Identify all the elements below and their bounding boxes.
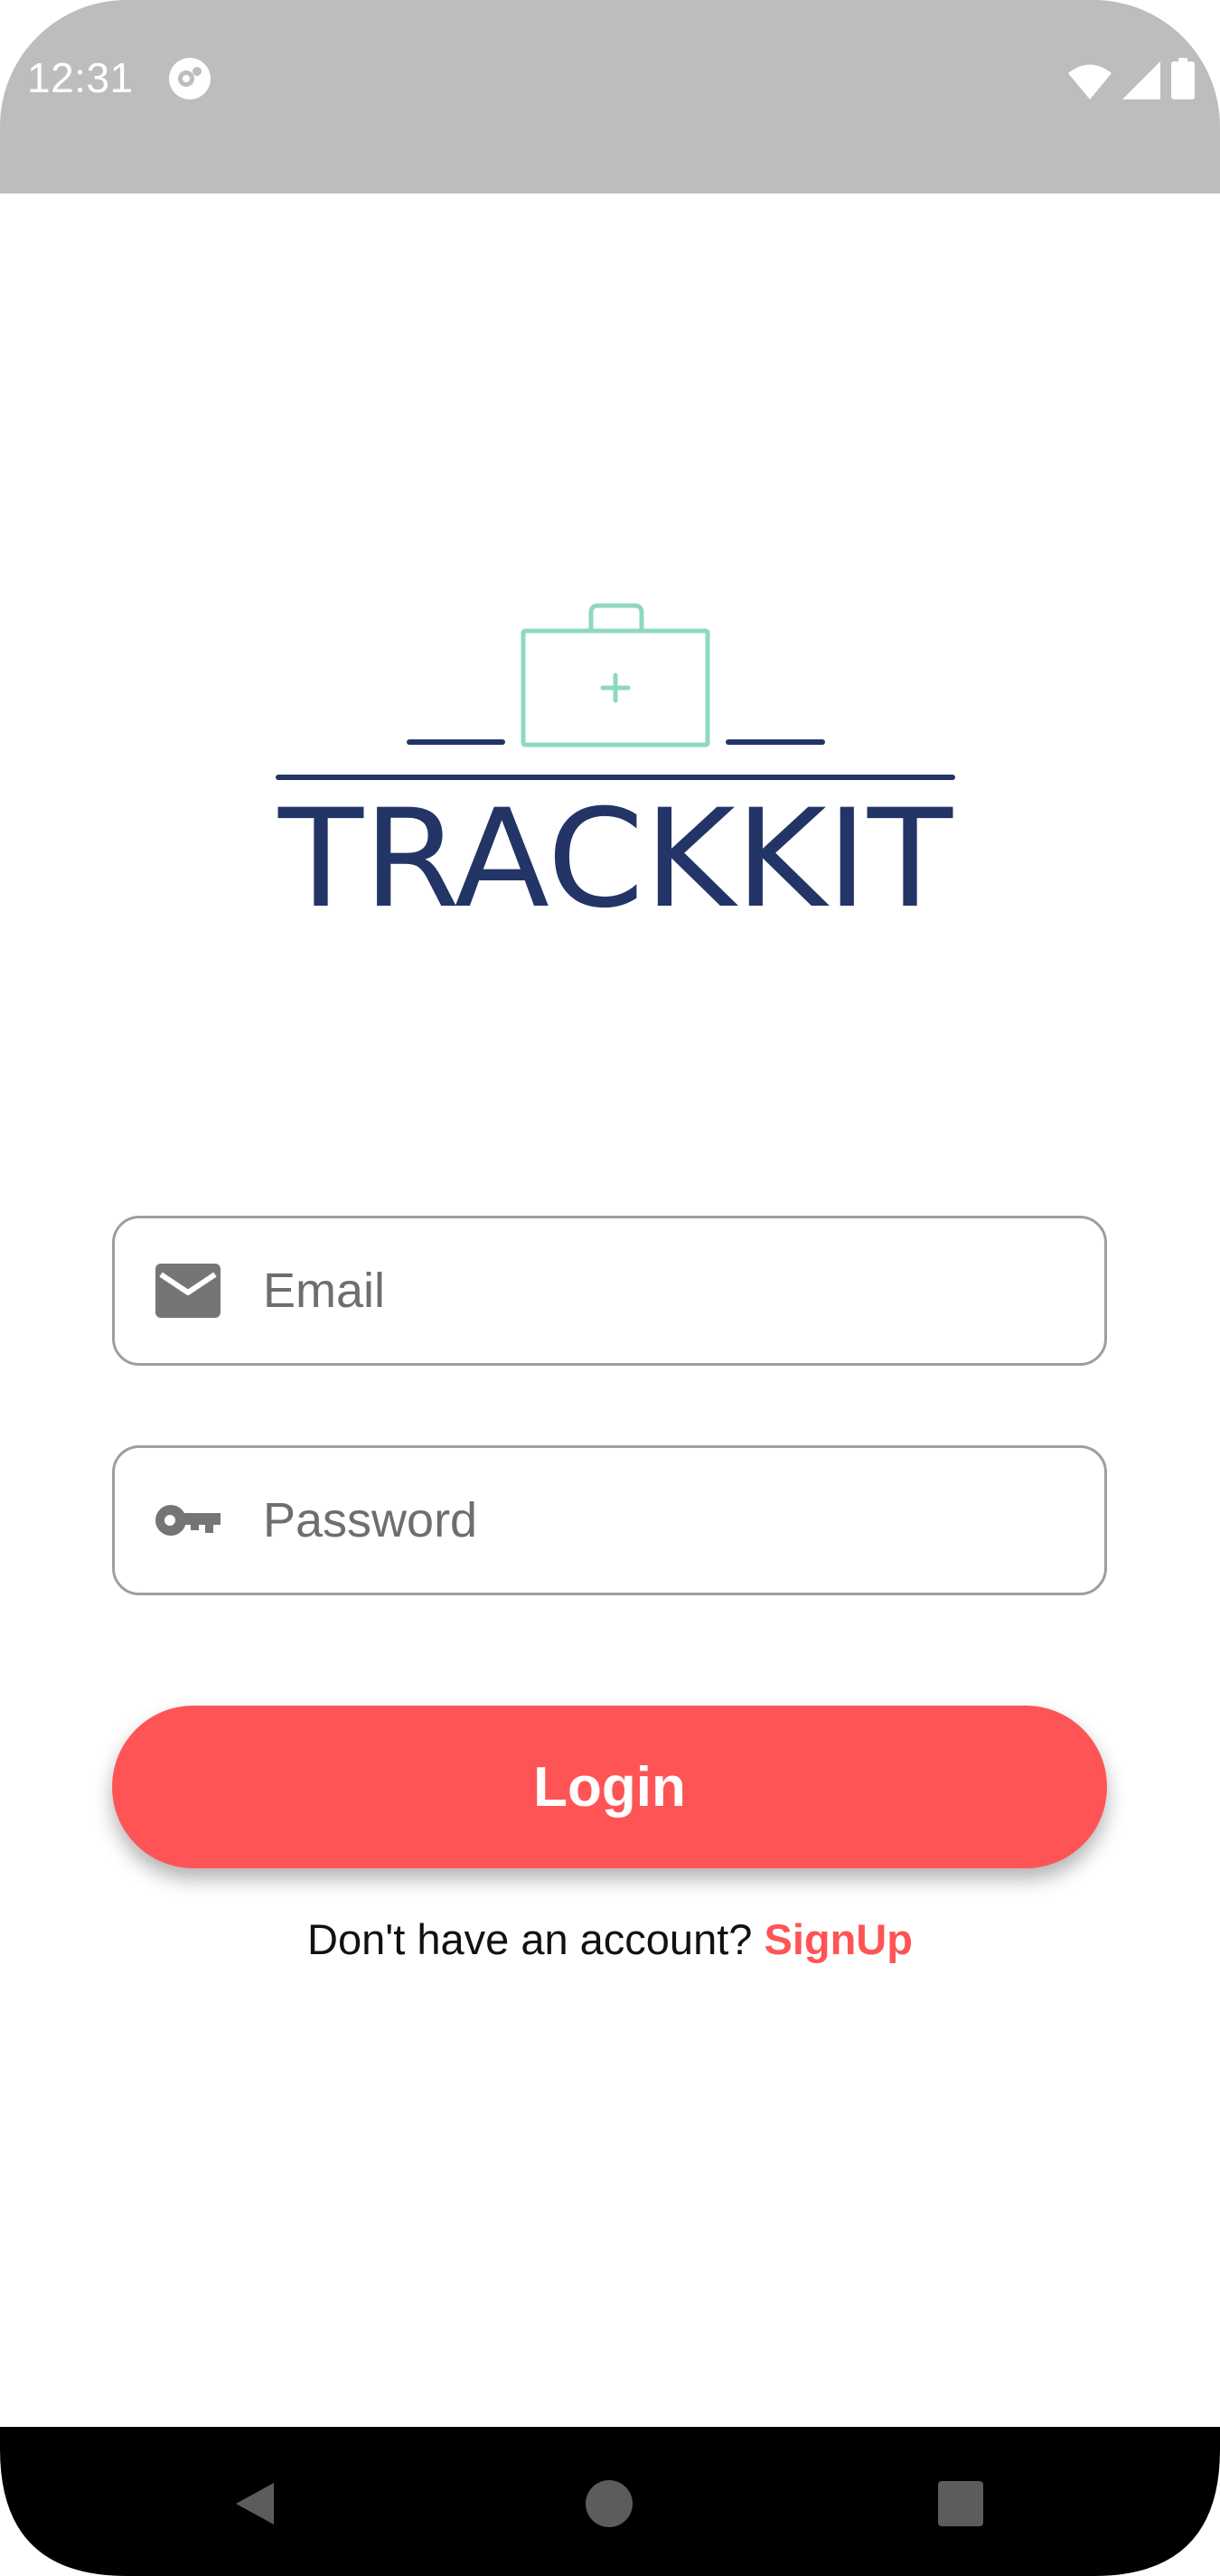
home-icon[interactable]	[577, 2472, 641, 2535]
signup-prompt-line: Don't have an account? SignUp	[0, 1914, 1220, 1964]
mail-icon	[155, 1264, 221, 1318]
wifi-icon	[1068, 64, 1112, 99]
corner-decoration	[1093, 2449, 1220, 2576]
corner-decoration	[0, 2449, 127, 2576]
logo-wordmark: TRACKKIT	[277, 781, 953, 919]
status-time: 12:31	[27, 54, 134, 101]
first-aid-kit-icon	[521, 603, 710, 747]
password-input[interactable]	[263, 1448, 1076, 1593]
status-bar: 12:31	[0, 0, 1220, 193]
app-notification-icon	[169, 58, 211, 99]
login-button[interactable]: Login	[112, 1706, 1107, 1868]
back-icon[interactable]	[223, 2472, 286, 2535]
recents-icon[interactable]	[929, 2472, 992, 2535]
key-icon	[155, 1505, 221, 1536]
signup-link[interactable]: SignUp	[764, 1915, 912, 1963]
signal-icon	[1122, 61, 1160, 99]
email-input[interactable]	[263, 1218, 1076, 1363]
status-icons	[1068, 56, 1195, 99]
password-field[interactable]	[112, 1445, 1107, 1595]
login-screen: 12:31 TRACKKIT Email Login Don't have an…	[0, 0, 1220, 2576]
trackkit-logo: TRACKKIT	[276, 603, 955, 919]
signup-prompt: Don't have an account?	[307, 1915, 753, 1963]
battery-icon	[1171, 58, 1195, 99]
email-field[interactable]	[112, 1216, 1107, 1366]
